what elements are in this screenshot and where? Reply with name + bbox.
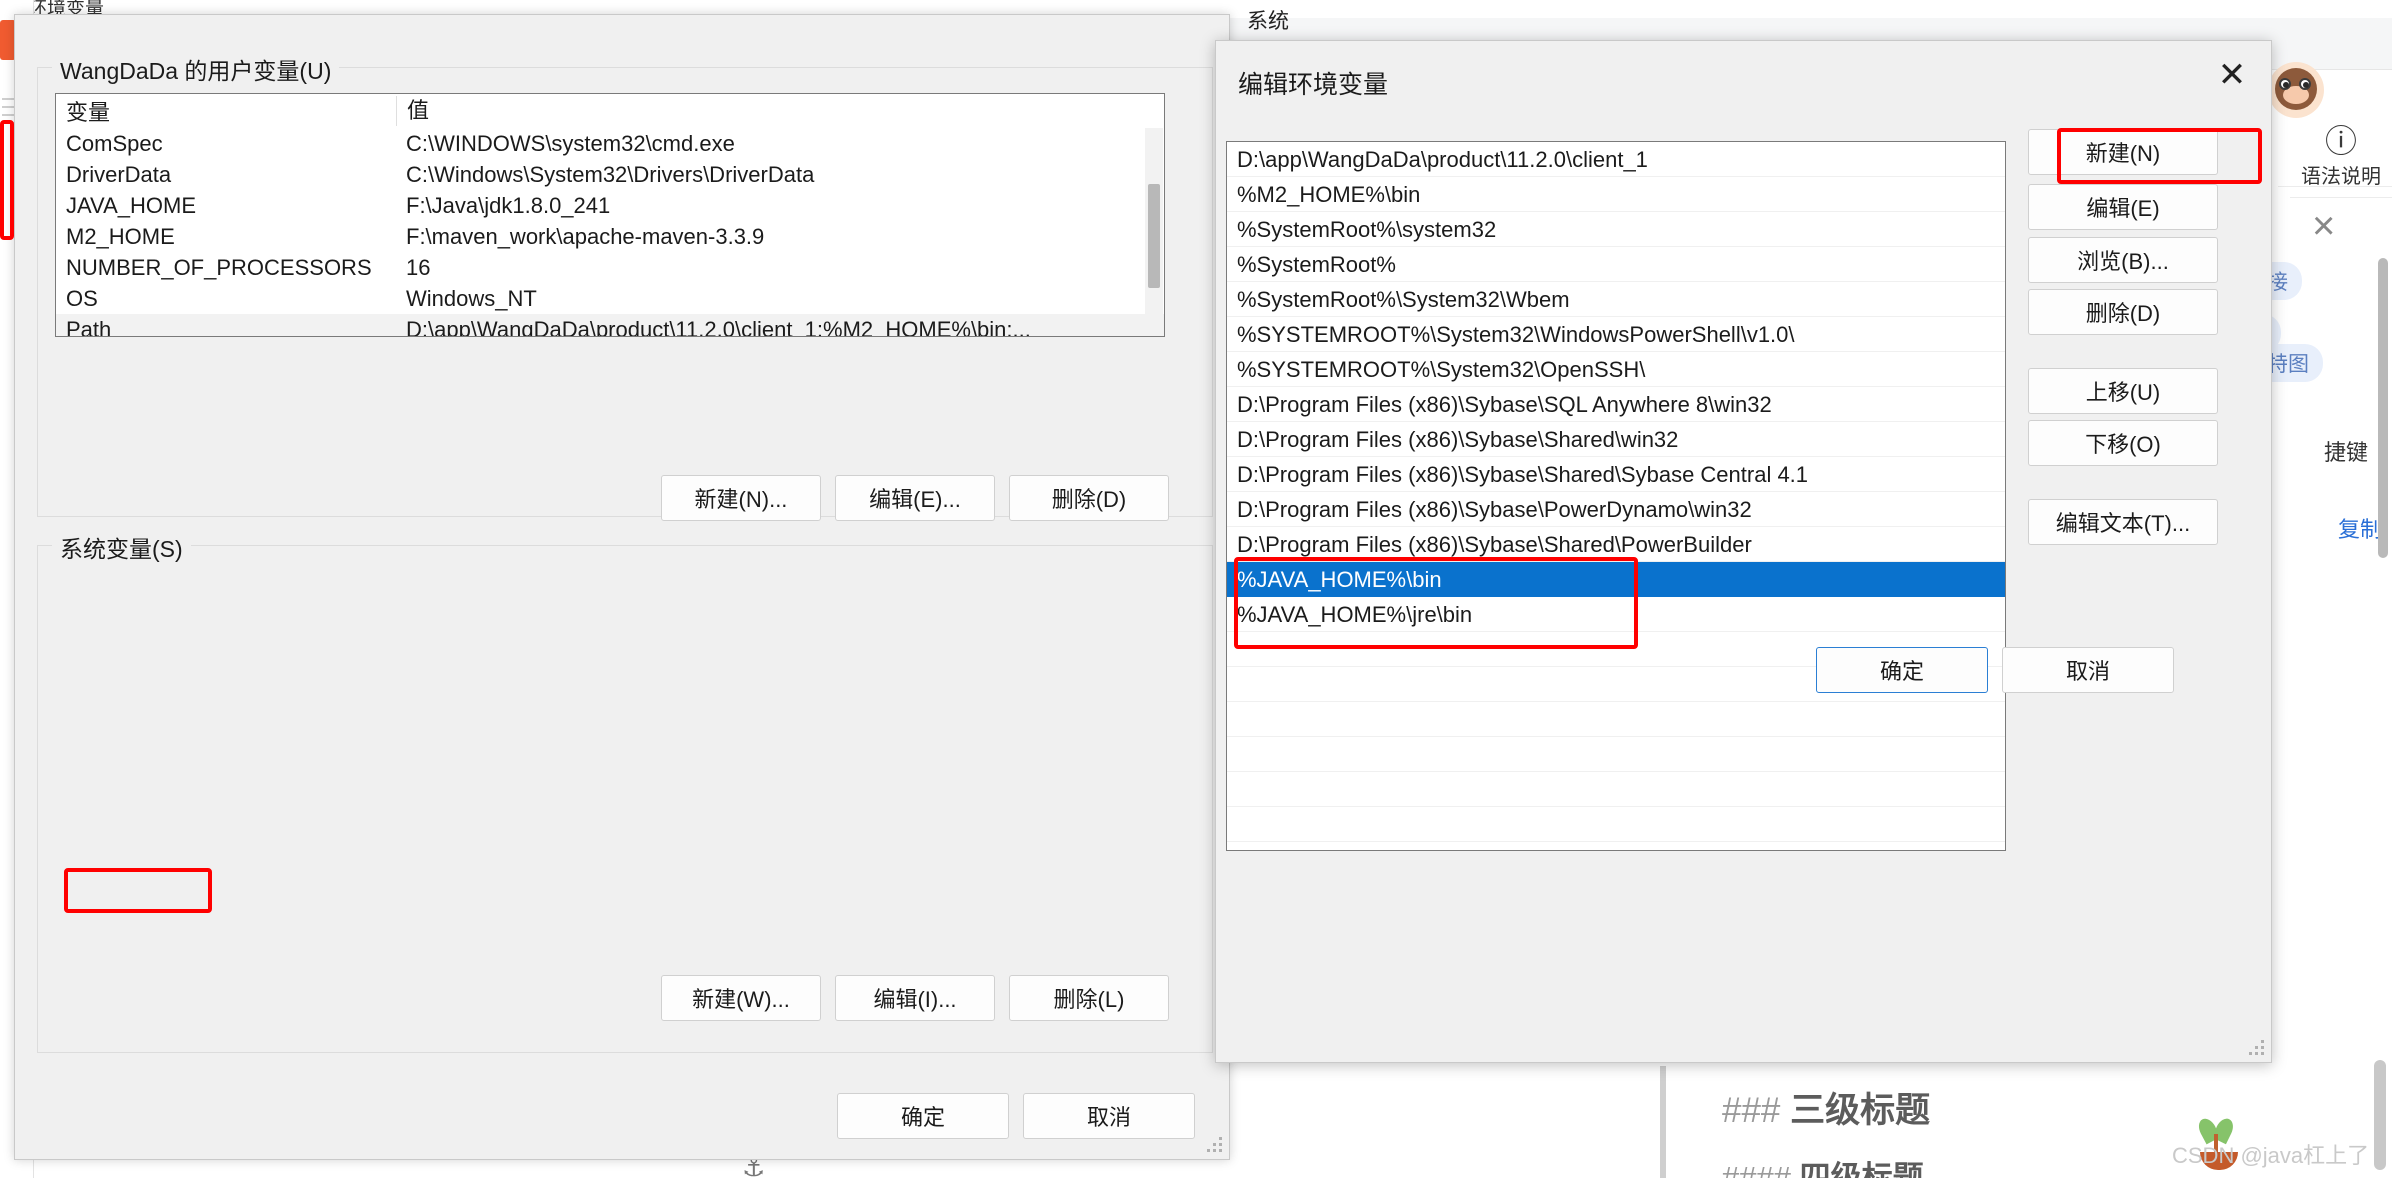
edit-ok-button[interactable]: 确定 [1816,647,1988,693]
markdown-h3-text: 三级标题 [1790,1091,1931,1130]
close-icon[interactable]: ✕ [2203,51,2261,99]
cell-name: DriverData [66,161,172,187]
table-row[interactable]: M2_HOME F:\maven_work\apache-maven-3.3.9 [56,221,1164,252]
table-row[interactable]: ComSpec C:\WINDOWS\system32\cmd.exe [56,128,1164,159]
markdown-h3: ### 三级标题 [1722,1082,1930,1133]
resize-grip[interactable] [2249,1040,2265,1056]
list-item-empty[interactable] [1227,772,2005,807]
list-item-empty[interactable] [1227,737,2005,772]
cell-value: C:\WINDOWS\system32\cmd.exe [406,130,735,156]
list-item[interactable]: %SystemRoot%\System32\Wbem [1227,282,2005,317]
cell-value: F:\Java\jdk1.8.0_241 [406,192,611,218]
cell-value: F:\maven_work\apache-maven-3.3.9 [406,223,765,249]
cell-name: OS [66,285,98,311]
main-dialog-footer: 确定 取消 [837,1093,1195,1139]
list-item-empty[interactable] [1227,807,2005,842]
edit-dialog-footer: 确定 取消 [1816,647,2174,693]
table-row[interactable]: Path D:\app\WangDaDa\product\11.2.0\clie… [56,314,1164,337]
bottom-scrollbar[interactable] [2374,1060,2386,1170]
edit-browse-button[interactable]: 浏览(B)... [2028,237,2218,283]
edit-dialog-title: 编辑环境变量 [1238,71,1389,99]
cell-value: D:\app\WangDaDa\product\11.2.0\client_1;… [406,316,1031,337]
user-variables-buttons: 新建(N)... 编辑(E)... 删除(D) [661,475,1169,521]
avatar[interactable] [2268,62,2324,118]
system-col-name: 变量 [66,99,111,125]
system-table-header: 变量 值 [56,94,1164,128]
system-edit-button[interactable]: 编辑(I)... [835,975,995,1021]
list-item[interactable]: %SystemRoot%\system32 [1227,212,2005,247]
markdown-h4: #### 四级标题 [1722,1152,1924,1178]
cell-name: NUMBER_OF_PROCESSORS [66,254,372,280]
system-variables-buttons: 新建(W)... 编辑(I)... 删除(L) [661,975,1169,1021]
system-variables-legend: 系统变量(S) [52,530,191,564]
user-delete-button[interactable]: 删除(D) [1009,475,1169,521]
user-edit-button[interactable]: 编辑(E)... [835,475,995,521]
resize-grip[interactable] [1207,1137,1223,1153]
markdown-h3-hash: ### [1722,1091,1781,1130]
table-row[interactable]: NUMBER_OF_PROCESSORS 16 [56,252,1164,283]
edit-new-button[interactable]: 新建(N) [2028,129,2218,175]
list-item[interactable]: D:\Program Files (x86)\Sybase\SQL Anywhe… [1227,387,2005,422]
edit-move-down-button[interactable]: 下移(O) [2028,420,2218,466]
table-row[interactable]: JAVA_HOME F:\Java\jdk1.8.0_241 [56,190,1164,221]
cell-value: Windows_NT [406,285,537,311]
help-label: 语法说明 [2301,166,2381,188]
list-item[interactable]: %SYSTEMROOT%\System32\OpenSSH\ [1227,352,2005,387]
system-col-value: 值 [396,95,1164,126]
list-item[interactable]: %M2_HOME%\bin [1227,177,2005,212]
copy-link[interactable]: 复制 [2338,512,2382,544]
edit-delete-button[interactable]: 删除(D) [2028,289,2218,335]
main-cancel-button[interactable]: 取消 [1023,1093,1195,1139]
cell-name: ComSpec [66,130,163,156]
edit-edit-button[interactable]: 编辑(E) [2028,184,2218,230]
edit-environment-variable-dialog: 编辑环境变量 ✕ D:\app\WangDaDa\product\11.2.0\… [1215,40,2272,1063]
path-entries-list[interactable]: D:\app\WangDaDa\product\11.2.0\client_1 … [1226,141,2006,851]
list-item[interactable]: D:\Program Files (x86)\Sybase\Shared\Syb… [1227,457,2005,492]
system-delete-button[interactable]: 删除(L) [1009,975,1169,1021]
list-item[interactable]: D:\Program Files (x86)\Sybase\Shared\win… [1227,422,2005,457]
cell-value: 16 [406,254,431,280]
cell-value: C:\Windows\System32\Drivers\DriverData [406,161,815,187]
help-block[interactable]: ⓘ 语法说明 [2290,124,2392,198]
list-item[interactable]: D:\app\WangDaDa\product\11.2.0\client_1 [1227,142,2005,177]
user-variables-legend: WangDaDa 的用户变量(U) [52,52,340,86]
environment-variables-dialog: WangDaDa 的用户变量(U) 变量 值 IntelliJ IDEA D:\… [14,14,1230,1160]
list-item-empty[interactable] [1227,702,2005,737]
shortcut-label: 捷键 [2324,440,2369,465]
list-item[interactable]: %SystemRoot% [1227,247,2005,282]
main-ok-button[interactable]: 确定 [837,1093,1009,1139]
system-table-scrollbar[interactable] [1145,128,1163,335]
system-label: 系统 [1247,10,1289,33]
edit-move-up-button[interactable]: 上移(U) [2028,368,2218,414]
close-icon[interactable]: × [2312,206,2335,246]
table-row[interactable]: DriverData C:\Windows\System32\Drivers\D… [56,159,1164,190]
edit-text-button[interactable]: 编辑文本(T)... [2028,499,2218,545]
markdown-h4-text: 四级标题 [1799,1160,1924,1178]
system-new-button[interactable]: 新建(W)... [661,975,821,1021]
edit-cancel-button[interactable]: 取消 [2002,647,2174,693]
user-new-button[interactable]: 新建(N)... [661,475,821,521]
cell-name: JAVA_HOME [66,192,196,218]
cell-name: M2_HOME [66,223,175,249]
watermark: CSDN @java杠上了 [2172,1143,2370,1168]
system-variables-table[interactable]: 变量 值 ComSpec C:\WINDOWS\system32\cmd.exe… [55,93,1165,337]
list-item[interactable]: D:\Program Files (x86)\Sybase\PowerDynam… [1227,492,2005,527]
list-item[interactable]: D:\Program Files (x86)\Sybase\Shared\Pow… [1227,527,2005,562]
list-item[interactable]: %JAVA_HOME%\jre\bin [1227,597,2005,632]
list-item[interactable]: %JAVA_HOME%\bin [1227,562,2005,597]
table-row[interactable]: OS Windows_NT [56,283,1164,314]
question-circle-icon: ⓘ [2324,123,2357,159]
list-item[interactable]: %SYSTEMROOT%\System32\WindowsPowerShell\… [1227,317,2005,352]
cell-name: Path [66,316,112,337]
markdown-h4-hash: #### [1722,1160,1791,1178]
right-scrollbar[interactable] [2378,258,2388,558]
